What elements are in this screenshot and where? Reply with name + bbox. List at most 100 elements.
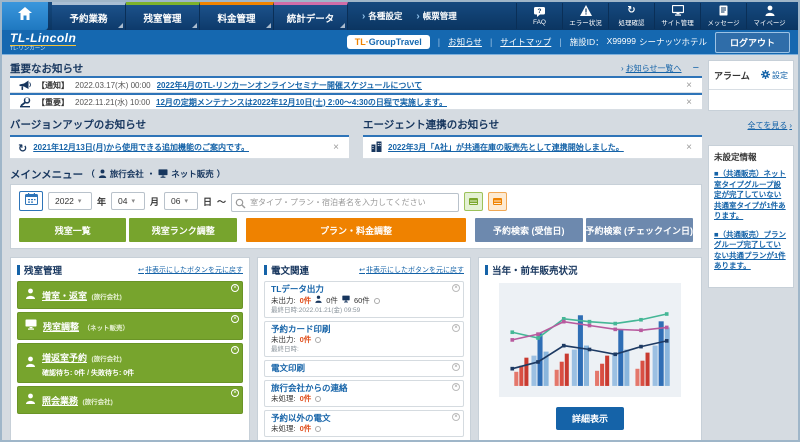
tl-data-output-card[interactable]: TLデータ出力 未出力: 0件 0件 60件 最終日時:2022.01.21(金… — [264, 281, 464, 318]
home-button[interactable] — [2, 2, 48, 30]
detail-display-button[interactable]: 詳細表示 — [555, 407, 624, 430]
building-icon — [371, 139, 382, 157]
sales-chart — [510, 312, 670, 386]
tl-lincoln-logo[interactable]: TL-Lincoln TL-リンカーン — [10, 30, 77, 53]
button-scope: (旅行会社) — [82, 399, 113, 406]
sales-status-panel: 当年・前年販売状況 詳細表示 — [478, 257, 702, 440]
add-return-room-reservation-button[interactable]: 増返室予約 (旅行会社) 確認待ち: 0件 / 失敗待ち: 0件 — [17, 343, 243, 383]
person-icon — [25, 286, 36, 304]
agency-count: 0件 — [326, 295, 338, 305]
main-column: 重要なお知らせ お知らせ一覧へ − 【通知】 2022.03.17(木) 00:… — [10, 60, 702, 440]
message-button[interactable]: メッセージ — [700, 3, 746, 29]
notice-list-link[interactable]: お知らせ一覧へ — [626, 64, 682, 73]
tab-label: 統計データ — [286, 13, 335, 25]
mypage-button[interactable]: マイページ — [746, 3, 792, 29]
restore-hidden-buttons-link[interactable]: 非表示にしたボタンを元に戻す — [138, 265, 243, 275]
alarm-card: アラーム 設定 — [708, 60, 794, 111]
agency-contact-card[interactable]: 旅行会社からの連絡 未処理: 0件 — [264, 380, 464, 407]
hide-card-icon[interactable] — [452, 324, 460, 332]
hide-card-icon[interactable] — [452, 383, 460, 391]
divider: | — [559, 37, 562, 47]
grouptravel-prefix: TL· — [354, 37, 369, 47]
site-management-button[interactable]: サイト管理 — [654, 3, 700, 29]
room-list-button[interactable]: 残室一覧 — [19, 218, 127, 242]
sitemap-link[interactable]: サイトマップ — [500, 36, 551, 48]
logo-title: TL-Lincoln — [10, 30, 77, 46]
telegram-print-card[interactable]: 電文印刷 — [264, 360, 464, 377]
search-input[interactable] — [231, 192, 460, 212]
close-icon[interactable] — [331, 142, 341, 153]
non-reservation-telegram-card[interactable]: 予約以外の電文 未処理: 0件 — [264, 410, 464, 437]
tab-room-inventory[interactable]: 残室管理 — [126, 2, 200, 30]
month-select[interactable]: 04 — [111, 192, 146, 210]
inquiry-work-button[interactable]: 照会業務 (旅行会社) — [17, 386, 243, 414]
see-all-link[interactable]: 全てを見る — [747, 121, 792, 130]
nav-link-settings[interactable]: 各種設定 — [362, 10, 402, 22]
hide-card-icon[interactable] — [452, 284, 460, 292]
plan-rate-adjust-button[interactable]: プラン・料金調整 — [245, 218, 467, 242]
nav-link-report[interactable]: 帳票管理 — [416, 10, 457, 22]
stat-value: 0件 — [299, 424, 312, 433]
reservation-search-received-button[interactable]: 予約検索 (受信日) — [475, 218, 583, 242]
app-window: 予約業務 残室管理 料金管理 統計データ 各種設定 帳票管理 ? FAQ エラー… — [0, 0, 800, 442]
close-icon[interactable] — [684, 142, 694, 153]
unset-room-type-link[interactable]: ■（共通販売）ネット室タイプグループ設定が完了していない共通室タイプが1件ありま… — [714, 169, 788, 222]
notice-row: 【重要】 2022.11.21(水) 10:00 12月の定期メンテナンスは20… — [10, 93, 702, 110]
grouptravel-button[interactable]: TL·GroupTravel — [346, 35, 430, 49]
version-up-title: バージョンアップのお知らせ — [10, 118, 147, 131]
calendar-view-toggle[interactable] — [488, 191, 508, 211]
hide-button-icon[interactable] — [231, 315, 239, 323]
card-title: 電文印刷 — [271, 363, 306, 373]
list-icon — [493, 197, 503, 205]
notice-link[interactable]: 2022年4月のTL-リンカーンオンラインセミナー開催スケジュールについて — [157, 80, 422, 91]
add-return-room-button[interactable]: 増室・返室 (旅行会社) — [17, 281, 243, 309]
alarm-list-empty — [709, 90, 793, 110]
hide-toggle-icon — [315, 396, 322, 402]
error-status-button[interactable]: エラー状況 — [562, 3, 608, 29]
alarm-settings-button[interactable]: 設定 — [761, 66, 788, 84]
faq-button[interactable]: ? FAQ — [516, 3, 562, 29]
separator: ・ — [146, 169, 156, 179]
utility-label: 処理確認 — [618, 20, 645, 27]
version-notice-link[interactable]: 2021年12月13日(月)から使用できる追加機能のご案内です。 — [33, 142, 249, 153]
process-check-button[interactable]: ↻ 処理確認 — [608, 3, 654, 29]
unset-plan-link[interactable]: ■（共通販売）プラングループ完了していない共通プランが1件あります。 — [714, 230, 788, 272]
calendar-button[interactable] — [19, 191, 43, 211]
hide-button-icon[interactable] — [231, 389, 239, 397]
hide-button-icon[interactable] — [231, 346, 239, 354]
reservation-card-print-card[interactable]: 予約カード印刷 未出力: 0件 最終日時: — [264, 321, 464, 357]
room-adjust-button[interactable]: 残室調整 （ネット販売） — [17, 312, 243, 340]
day-select[interactable]: 06 — [164, 192, 199, 210]
tab-statistics[interactable]: 統計データ — [274, 2, 348, 30]
stat-value: 0件 — [299, 295, 312, 305]
close-icon[interactable] — [684, 80, 694, 91]
collapse-button[interactable]: − — [690, 62, 702, 74]
room-rank-adjust-button[interactable]: 残室ランク調整 — [129, 218, 237, 242]
list-view-toggle[interactable] — [464, 191, 484, 211]
year-unit: 年 — [97, 196, 107, 207]
main-menu-section: メインメニュー （ 旅行会社 ・ ネット販売 ） 2022 ▾ 年 04 ▾ 月… — [10, 166, 702, 249]
utility-menu: ? FAQ エラー状況 ↻ 処理確認 サイト管理 メッセージ マイページ — [516, 2, 798, 30]
hide-card-icon[interactable] — [452, 363, 460, 371]
facility-id-value: X99999 — [606, 36, 636, 46]
year-value: 2022 — [55, 196, 74, 206]
year-select[interactable]: 2022 — [48, 192, 92, 210]
close-icon[interactable] — [684, 97, 694, 108]
tab-rate-management[interactable]: 料金管理 — [200, 2, 274, 30]
agent-notice-row: 2022年3月「A社」が共通在庫の販売先として連携開始しました。 — [363, 135, 702, 159]
reservation-search-checkin-button[interactable]: 予約検索 (チェックイン日) — [585, 218, 693, 242]
version-up-icon — [18, 139, 27, 157]
divider: | — [437, 37, 441, 47]
stat-label: 未出力: — [271, 335, 296, 344]
notice-link[interactable]: お知らせ — [448, 36, 482, 48]
restore-hidden-buttons-link[interactable]: 非表示にしたボタンを元に戻す — [359, 265, 464, 275]
notice-datetime: 2022.03.17(木) 00:00 — [75, 80, 151, 90]
utility-label: メッセージ — [707, 20, 740, 27]
top-navigation: 予約業務 残室管理 料金管理 統計データ 各種設定 帳票管理 ? FAQ エラー… — [2, 2, 798, 30]
logout-button[interactable]: ログアウト — [714, 31, 790, 53]
notice-link[interactable]: 12月の定期メンテナンスは2022年12月10日(土) 2:00～4:30の日程… — [156, 97, 447, 108]
hide-card-icon[interactable] — [452, 413, 460, 421]
agent-notice-link[interactable]: 2022年3月「A社」が共通在庫の販売先として連携開始しました。 — [388, 142, 624, 153]
hide-button-icon[interactable] — [231, 284, 239, 292]
tab-reservation[interactable]: 予約業務 — [52, 2, 126, 30]
